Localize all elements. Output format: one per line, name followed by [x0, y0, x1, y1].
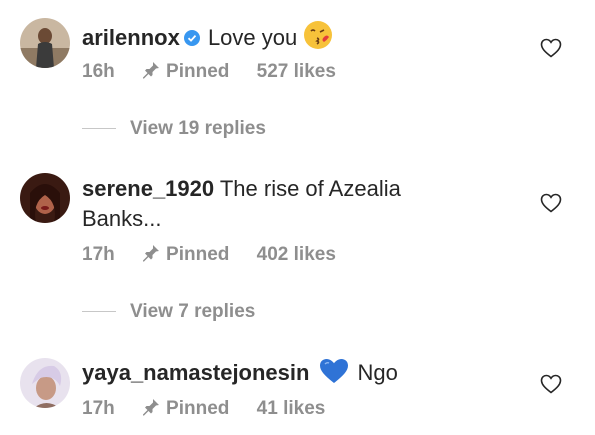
- avatar[interactable]: [20, 358, 70, 408]
- like-heart-icon[interactable]: [540, 374, 562, 394]
- comment-text-line: yaya_namastejonesin Ngo: [82, 358, 535, 392]
- comment-body: Ngo: [357, 360, 398, 385]
- comment-meta: 17h Pinned 41 likes: [82, 397, 325, 423]
- pin-icon: [142, 398, 160, 423]
- pinned-indicator: Pinned: [142, 397, 229, 423]
- comment-username[interactable]: yaya_namastejonesin: [82, 360, 309, 385]
- comment-time: 17h: [82, 398, 115, 419]
- pinned-label: Pinned: [166, 398, 230, 419]
- comment-item: yaya_namastejonesin Ngo 17h Pinned 41 lik…: [0, 0, 595, 435]
- likes-count[interactable]: 41 likes: [257, 397, 326, 421]
- blue-heart-emoji-icon: [319, 358, 349, 392]
